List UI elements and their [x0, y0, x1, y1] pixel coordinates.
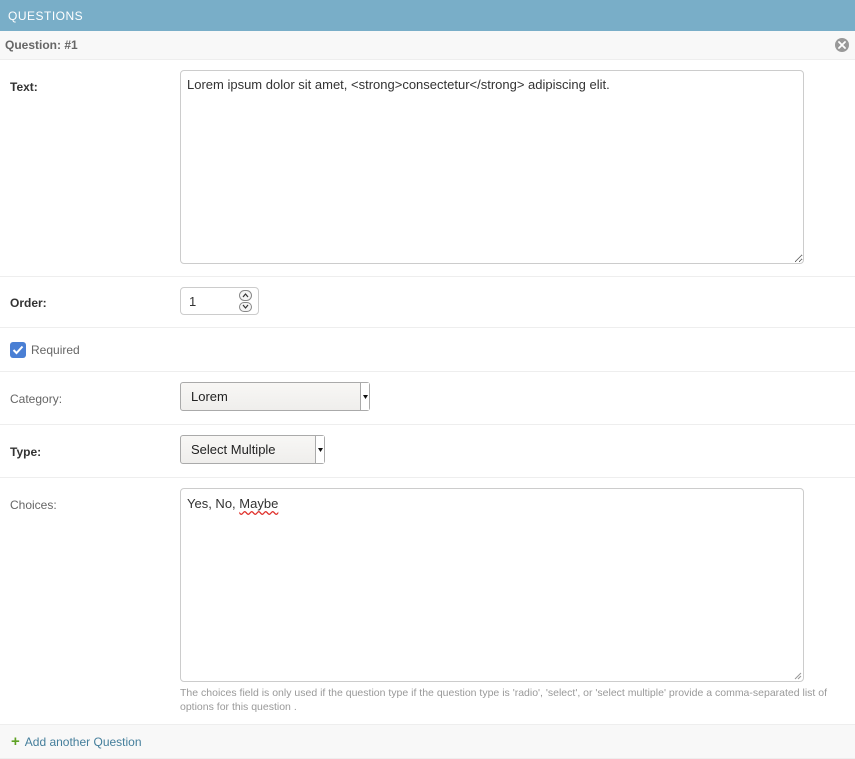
questions-section-header: QUESTIONS [0, 0, 855, 31]
text-field-row: Text: Lorem ipsum dolor sit amet, <stron… [0, 60, 855, 277]
close-glyph [838, 41, 846, 49]
stepper-down-button[interactable] [239, 301, 252, 312]
choices-field-row: Choices: Yes, No, Maybe The choices fiel… [0, 478, 855, 725]
stepper-up-button[interactable] [239, 290, 252, 301]
chevron-up-icon [242, 292, 249, 298]
type-select[interactable]: Select Multiple [180, 435, 325, 464]
type-field-row: Type: Select Multiple [0, 425, 855, 478]
triangle-down-icon[interactable] [315, 436, 324, 463]
required-field-row: Required [0, 328, 855, 372]
question-inline-header: Question: #1 [0, 31, 855, 60]
category-field-row: Category: Lorem [0, 372, 855, 425]
close-circle-icon[interactable] [835, 38, 849, 52]
section-title: QUESTIONS [8, 8, 84, 23]
choices-value-misspelled: Maybe [239, 496, 279, 511]
triangle-down-icon[interactable] [360, 383, 369, 410]
text-field-label: Text: [10, 80, 38, 94]
order-number-input[interactable] [180, 287, 259, 315]
choices-field-label: Choices: [10, 498, 57, 512]
text-field-textarea[interactable]: Lorem ipsum dolor sit amet, <strong>cons… [180, 70, 804, 264]
resize-grip-icon[interactable] [792, 670, 802, 680]
order-stepper[interactable] [239, 290, 252, 312]
choices-textarea[interactable]: Yes, No, Maybe [180, 488, 804, 682]
type-field-label: Type: [10, 445, 42, 459]
add-another-question-link[interactable]: + Add another Question [11, 732, 142, 750]
checkmark-icon [12, 345, 24, 355]
required-checkbox-label[interactable]: Required [31, 343, 80, 357]
plus-icon: + [11, 732, 20, 750]
add-another-question-label: Add another Question [24, 734, 142, 749]
category-field-label: Category: [10, 392, 63, 406]
choices-help-text: The choices field is only used if the qu… [180, 687, 828, 713]
chevron-down-icon [242, 304, 249, 310]
category-selected-value: Lorem [191, 389, 228, 404]
type-selected-value: Select Multiple [191, 442, 276, 457]
order-field-label: Order: [10, 296, 47, 310]
category-select[interactable]: Lorem [180, 382, 370, 411]
order-field-row: Order: [0, 277, 855, 328]
add-row: + Add another Question [0, 725, 855, 759]
question-inline-title: Question: #1 [5, 38, 78, 52]
order-input[interactable] [187, 289, 241, 313]
choices-value-prefix: Yes, No, [187, 496, 240, 511]
required-checkbox[interactable] [10, 342, 26, 358]
